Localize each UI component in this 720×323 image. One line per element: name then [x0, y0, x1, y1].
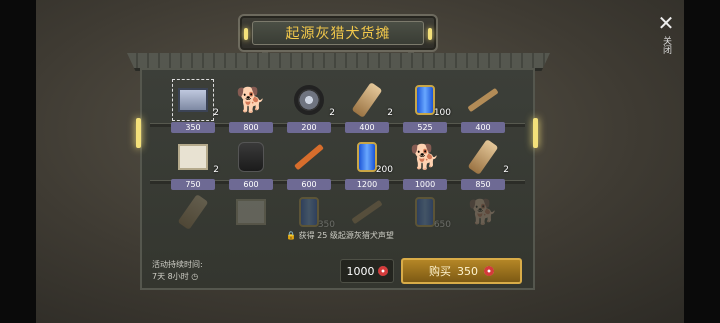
item-price: 350	[171, 122, 215, 133]
toolbox-icon	[172, 79, 214, 121]
shop-item[interactable]: 100 525	[399, 82, 451, 144]
item-price: 525	[403, 122, 447, 133]
dog-icon: 🐕	[236, 86, 266, 114]
clock-icon: ◷	[191, 272, 199, 281]
shop-item[interactable]: 2 750	[167, 139, 219, 201]
badge-icon	[484, 266, 494, 276]
currency-balance: 1000	[340, 259, 394, 283]
badge-icon	[377, 266, 388, 276]
item-qty: 650	[433, 220, 451, 230]
crate-icon	[175, 139, 211, 175]
item-price: 1000	[403, 179, 447, 190]
locked-item	[225, 194, 277, 256]
item-qty: 100	[433, 108, 451, 118]
left-bezel	[0, 0, 36, 323]
roll-icon	[349, 82, 385, 118]
item-qty: 2	[329, 108, 335, 118]
title-lamp	[244, 28, 248, 40]
roll-icon	[465, 139, 501, 175]
buy-button[interactable]: 购买 350	[401, 258, 522, 284]
item-price: 800	[229, 122, 273, 133]
locked-item	[167, 194, 219, 256]
item-qty: 2	[387, 108, 393, 118]
shop-item[interactable]: 600	[283, 139, 335, 201]
dog-icon: 🐕	[468, 198, 498, 226]
locked-item: 🐕	[457, 194, 509, 256]
chainsaw-icon	[291, 139, 327, 175]
shop-item[interactable]: 🐕 1000	[399, 139, 451, 201]
locked-item: 650	[399, 194, 451, 256]
item-qty: 2	[213, 108, 219, 118]
item-qty: 350	[317, 220, 335, 230]
duration-label: 活动持续时间:	[152, 260, 203, 269]
side-lamp	[136, 118, 141, 148]
shop-item[interactable]: 🐕 800	[225, 82, 277, 144]
close-icon[interactable]: ✕	[655, 12, 677, 34]
item-price: 750	[171, 179, 215, 190]
roll-icon	[175, 194, 211, 230]
shop-title: 起源灰猎犬货摊	[252, 21, 424, 45]
dog-icon: 🐕	[410, 143, 440, 171]
item-price: 200	[287, 122, 331, 133]
lock-icon: 🔒	[286, 231, 297, 240]
side-lamp	[533, 118, 538, 148]
backpack-icon	[233, 139, 269, 175]
shop-title-plate: 起源灰猎犬货摊	[238, 14, 438, 52]
item-qty: 2	[503, 165, 509, 175]
wheel-icon	[291, 82, 327, 118]
rifle-icon	[349, 194, 385, 230]
shop-item[interactable]: 600	[225, 139, 277, 201]
shop-item[interactable]: 2 400	[341, 82, 393, 144]
duration-value: 7天 8小时 ◷	[152, 272, 199, 281]
item-price: 850	[461, 179, 505, 190]
shop-item[interactable]: 200 1200	[341, 139, 393, 201]
locked-item	[341, 194, 393, 256]
rifle-icon	[465, 82, 501, 118]
locked-item: 350	[283, 194, 335, 256]
crate-icon	[233, 194, 269, 230]
shop-item[interactable]: 400	[457, 82, 509, 144]
title-lamp	[428, 28, 432, 40]
right-bezel	[684, 0, 720, 323]
item-price: 600	[229, 179, 273, 190]
item-price: 400	[461, 122, 505, 133]
close-label[interactable]: 关闭	[660, 36, 673, 54]
item-price: 600	[287, 179, 331, 190]
unlock-notice: 🔒 获得 25 级起源灰猎犬声望	[286, 231, 394, 240]
item-price: 400	[345, 122, 389, 133]
item-qty: 200	[375, 165, 393, 175]
shop-item[interactable]: 2 200	[283, 82, 335, 144]
item-price: 1200	[345, 179, 389, 190]
shop-item[interactable]: 2 350	[167, 79, 219, 144]
item-qty: 2	[213, 165, 219, 175]
shop-item[interactable]: 2 850	[457, 139, 509, 201]
